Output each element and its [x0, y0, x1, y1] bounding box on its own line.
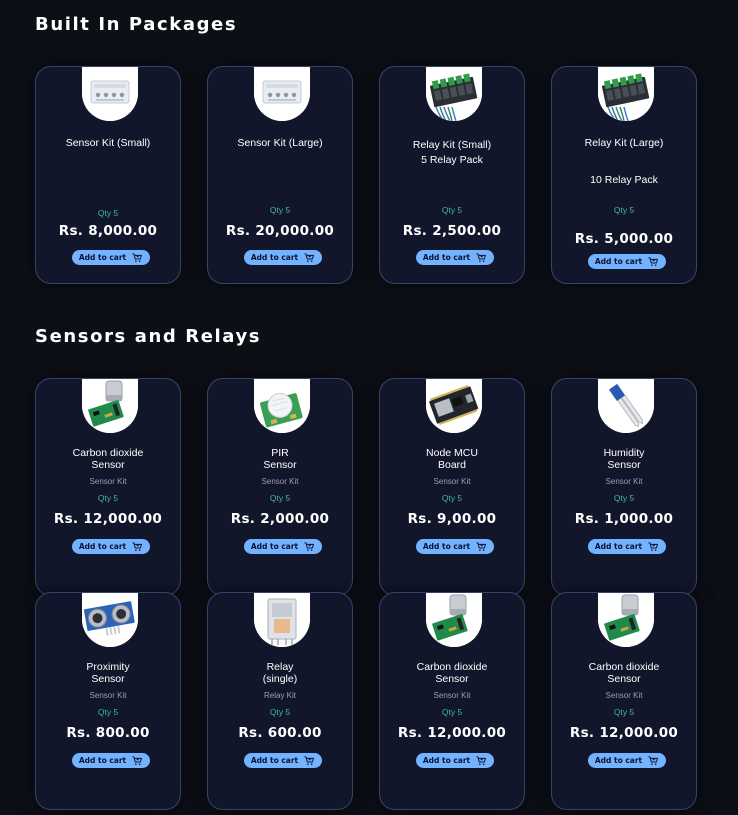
product-qty: Qty 5: [613, 707, 635, 717]
product-name: Humidity Sensor: [603, 447, 645, 471]
product-name: Carbon dioxide Sensor: [72, 447, 144, 471]
cart-icon: [476, 755, 487, 766]
product-thumbnail: [426, 67, 482, 121]
add-to-cart-button[interactable]: Add to cart: [244, 250, 322, 265]
cart-icon: [648, 541, 659, 552]
add-to-cart-button[interactable]: Add to cart: [72, 250, 150, 265]
product-name: Node MCU Board: [426, 447, 478, 471]
product-price: Rs. 8,000.00: [58, 223, 158, 239]
product-price: Rs. 12,000.00: [397, 725, 507, 741]
product-qty: Qty 5: [97, 208, 119, 218]
product-card[interactable]: Humidity Sensor Sensor Kit Qty 5 Rs. 1,00…: [551, 378, 697, 596]
cart-icon: [304, 755, 315, 766]
product-price: Rs. 600.00: [238, 725, 322, 741]
product-name: Sensor Kit (Large): [237, 137, 323, 149]
cart-icon: [648, 256, 659, 267]
product-card[interactable]: Sensor Kit (Large) Qty 5 Rs. 20,000.00 A…: [207, 66, 353, 284]
product-thumbnail: [426, 593, 482, 647]
product-qty: Qty 5: [441, 707, 463, 717]
product-category: Sensor Kit: [433, 477, 471, 486]
product-qty: Qty 5: [613, 205, 635, 215]
cart-icon: [304, 541, 315, 552]
add-to-cart-button[interactable]: Add to cart: [588, 753, 666, 768]
product-name: Carbon dioxide Sensor: [416, 661, 488, 685]
product-thumbnail: [598, 593, 654, 647]
cart-icon: [132, 755, 143, 766]
product-category: Sensor Kit: [433, 691, 471, 700]
product-name: PIR Sensor: [263, 447, 297, 471]
product-thumbnail: [598, 379, 654, 433]
product-thumbnail: [82, 67, 138, 121]
product-category: Sensor Kit: [89, 691, 127, 700]
product-qty: Qty 5: [441, 205, 463, 215]
cart-icon: [476, 252, 487, 263]
product-name: Relay Kit (Small) 5 Relay Pack: [412, 139, 492, 166]
cart-icon: [132, 541, 143, 552]
add-to-cart-button[interactable]: Add to cart: [416, 753, 494, 768]
add-to-cart-button[interactable]: Add to cart: [244, 753, 322, 768]
product-card[interactable]: Sensor Kit (Small) Qty 5 Rs. 8,000.00 Ad…: [35, 66, 181, 284]
product-category: Sensor Kit: [89, 477, 127, 486]
product-qty: Qty 5: [441, 493, 463, 503]
product-price: Rs. 2,000.00: [230, 511, 330, 527]
product-card[interactable]: PIR Sensor Sensor Kit Qty 5 Rs. 2,000.00 …: [207, 378, 353, 596]
product-card[interactable]: Carbon dioxide Sensor Sensor Kit Qty 5 Rs…: [551, 592, 697, 810]
add-to-cart-button[interactable]: Add to cart: [244, 539, 322, 554]
product-card[interactable]: Relay Kit (Large) 10 Relay Pack Qty 5 Rs…: [551, 66, 697, 284]
add-to-cart-button[interactable]: Add to cart: [416, 250, 494, 265]
product-card[interactable]: Proximity Sensor Sensor Kit Qty 5 Rs. 800…: [35, 592, 181, 810]
product-qty: Qty 5: [97, 707, 119, 717]
product-qty: Qty 5: [97, 493, 119, 503]
product-price: Rs. 20,000.00: [225, 223, 335, 239]
product-card[interactable]: Carbon dioxide Sensor Sensor Kit Qty 5 Rs…: [379, 592, 525, 810]
product-card[interactable]: Node MCU Board Sensor Kit Qty 5 Rs. 9,00.…: [379, 378, 525, 596]
product-card[interactable]: Relay (single) Relay Kit Qty 5 Rs. 600.00…: [207, 592, 353, 810]
product-thumbnail: [598, 67, 654, 121]
section-title-built-in-packages: Built In Packages: [35, 14, 238, 35]
product-category: Relay Kit: [263, 691, 296, 700]
product-thumbnail: [254, 67, 310, 121]
product-price: Rs. 5,000.00: [574, 231, 674, 247]
product-category: Sensor Kit: [605, 691, 643, 700]
product-price: Rs. 12,000.00: [53, 511, 163, 527]
add-to-cart-button[interactable]: Add to cart: [588, 539, 666, 554]
product-qty: Qty 5: [269, 205, 291, 215]
product-category: Sensor Kit: [605, 477, 643, 486]
product-thumbnail: [254, 379, 310, 433]
product-thumbnail: [82, 593, 138, 647]
add-to-cart-button[interactable]: Add to cart: [72, 753, 150, 768]
product-price: Rs. 800.00: [66, 725, 150, 741]
product-price: Rs. 1,000.00: [574, 511, 674, 527]
product-price: Rs. 2,500.00: [402, 223, 502, 239]
product-qty: Qty 5: [269, 493, 291, 503]
section-title-sensors-and-relays: Sensors and Relays: [35, 326, 262, 347]
product-name: Sensor Kit (Small): [65, 137, 151, 149]
product-name: Relay Kit (Large): [584, 137, 664, 149]
product-qty: Qty 5: [613, 493, 635, 503]
product-name: Proximity Sensor: [86, 661, 130, 685]
product-qty: Qty 5: [269, 707, 291, 717]
product-price: Rs. 9,00.00: [407, 511, 497, 527]
product-card[interactable]: Relay Kit (Small) 5 Relay Pack Qty 5 Rs.…: [379, 66, 525, 284]
product-thumbnail: [82, 379, 138, 433]
add-to-cart-button[interactable]: Add to cart: [72, 539, 150, 554]
cart-icon: [476, 541, 487, 552]
product-card[interactable]: Carbon dioxide Sensor Sensor Kit Qty 5 Rs…: [35, 378, 181, 596]
cart-icon: [648, 755, 659, 766]
product-category: Sensor Kit: [261, 477, 299, 486]
product-name: Carbon dioxide Sensor: [588, 661, 660, 685]
product-thumbnail: [254, 593, 310, 647]
product-price: Rs. 12,000.00: [569, 725, 679, 741]
add-to-cart-button[interactable]: Add to cart: [416, 539, 494, 554]
cart-icon: [132, 252, 143, 263]
cart-icon: [304, 252, 315, 263]
product-subtitle: 10 Relay Pack: [590, 174, 658, 186]
product-thumbnail: [426, 379, 482, 433]
add-to-cart-button[interactable]: Add to cart: [588, 254, 666, 269]
product-name: Relay (single): [262, 661, 298, 685]
